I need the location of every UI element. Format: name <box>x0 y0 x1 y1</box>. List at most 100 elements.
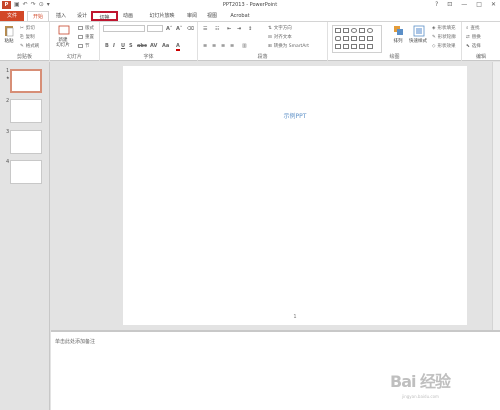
select-button[interactable]: ⬉ 选择 <box>466 43 481 50</box>
format-painter-label: 格式刷 <box>25 44 40 49</box>
thumb-number: 2 <box>6 98 10 104</box>
numbering-icon[interactable]: ☷ <box>215 26 219 32</box>
layout-label: 版式 <box>85 26 94 31</box>
layout-button[interactable]: 版式 <box>78 25 94 31</box>
font-name-combo[interactable] <box>103 25 145 32</box>
tab-acrobat[interactable]: Acrobat <box>226 11 254 21</box>
clear-format-icon[interactable]: ⌫ <box>187 26 194 32</box>
line-spacing-icon[interactable]: ↕ <box>248 26 252 32</box>
tab-home[interactable]: 开始 <box>27 11 49 21</box>
paste-button[interactable]: 粘贴 <box>2 25 16 44</box>
shape-arrow-icon[interactable] <box>351 44 357 49</box>
grow-font-icon[interactable]: A˄ <box>166 26 172 32</box>
maximize-button[interactable]: □ <box>476 1 482 8</box>
align-center-icon[interactable]: ≡ <box>212 43 216 49</box>
tab-animations[interactable]: 动画 <box>118 11 138 21</box>
slide-canvas[interactable]: 示例PPT 1 <box>123 66 467 325</box>
help-button[interactable]: ? <box>435 1 438 8</box>
reset-button[interactable]: 重置 <box>78 34 94 40</box>
minimize-button[interactable]: — <box>461 1 467 8</box>
tab-review[interactable]: 审阅 <box>182 11 202 21</box>
scissors-icon: ✂ <box>20 25 24 31</box>
slides-group-label: 幻灯片 <box>66 54 82 60</box>
group-paragraph: ☰ ☷ ⇤ ⇥ ↕ ≡ ≡ ≡ ≡ ▥ ⇅ 文字方向 ⊟ 对齐文本 ⊞ 转换为 Sma… <box>198 22 328 61</box>
window-controls: ? ⊡ — □ ✕ <box>435 1 496 8</box>
font-color-button[interactable]: A <box>176 43 180 51</box>
strikethrough-button[interactable]: abc <box>137 43 147 49</box>
reset-label: 重置 <box>85 35 94 40</box>
italic-button[interactable]: I <box>113 43 115 49</box>
shape-arrow-icon[interactable] <box>359 36 365 41</box>
quick-styles-button[interactable]: 快速样式 <box>408 25 428 44</box>
text-direction-button[interactable]: ⇅ 文字方向 <box>268 25 292 32</box>
arrange-button[interactable]: 排列 <box>390 25 406 44</box>
slide-title-text[interactable]: 示例PPT <box>123 111 467 120</box>
shape-rounded-rect-icon[interactable] <box>335 36 341 41</box>
find-button[interactable]: ⌕ 查找 <box>466 25 480 31</box>
shape-arrow-icon[interactable] <box>359 44 365 49</box>
slide-thumbnail-1[interactable] <box>10 69 42 93</box>
align-text-button[interactable]: ⊟ 对齐文本 <box>268 34 292 41</box>
cursor-icon: ⬉ <box>466 43 470 49</box>
replace-label: 替换 <box>471 35 481 40</box>
new-slide-button[interactable]: 新建 幻灯片 <box>54 25 72 48</box>
cut-button[interactable]: ✂ 剪切 <box>20 25 35 32</box>
shape-brace-icon[interactable] <box>335 44 341 49</box>
justify-icon[interactable]: ≡ <box>230 43 234 49</box>
tab-insert[interactable]: 插入 <box>52 11 70 21</box>
vertical-scrollbar[interactable] <box>492 62 500 330</box>
new-slide-icon <box>58 25 70 37</box>
slide-thumbnail-4[interactable] <box>10 160 42 184</box>
tab-transitions[interactable]: 切换 <box>91 11 118 21</box>
effects-icon: ◇ <box>432 43 436 49</box>
text-direction-icon: ⇅ <box>268 25 272 31</box>
shadow-button[interactable]: S <box>129 43 133 49</box>
align-left-icon[interactable]: ≡ <box>203 43 207 49</box>
char-spacing-button[interactable]: AV <box>150 43 157 49</box>
shrink-font-icon[interactable]: A˅ <box>176 26 182 32</box>
underline-button[interactable]: U <box>121 43 125 49</box>
shape-effects-button[interactable]: ◇ 形状效果 <box>432 43 455 50</box>
thumb-number: 1 <box>6 68 10 74</box>
shape-rect-icon[interactable] <box>335 28 341 33</box>
ribbon-display-button[interactable]: ⊡ <box>447 1 452 8</box>
tab-view[interactable]: 视图 <box>202 11 222 21</box>
shape-triangle-icon[interactable] <box>343 36 349 41</box>
smartart-label: 转换为 SmartArt <box>273 44 310 49</box>
align-text-icon: ⊟ <box>268 34 272 40</box>
shape-outline-label: 形状轮廓 <box>437 35 456 40</box>
close-button[interactable]: ✕ <box>491 1 496 8</box>
copy-button[interactable]: ⎘ 复制 <box>20 34 35 40</box>
change-case-button[interactable]: Aa <box>162 43 169 49</box>
bold-button[interactable]: B <box>105 43 109 49</box>
tab-file[interactable]: 文件 <box>0 11 24 21</box>
replace-button[interactable]: ⇄ 替换 <box>466 34 481 41</box>
ribbon-tabs: 文件 开始 插入 设计 切换 动画 幻灯片放映 审阅 视图 Acrobat <box>0 11 500 21</box>
shape-star-icon[interactable] <box>367 44 373 49</box>
shape-line-icon[interactable] <box>351 36 357 41</box>
section-button[interactable]: 节 <box>78 43 90 49</box>
shape-oval-icon[interactable] <box>367 28 373 33</box>
window-title: PPT2013 - PowerPoint <box>222 2 278 8</box>
shape-rect-icon[interactable] <box>359 28 365 33</box>
slide-thumbnail-3[interactable] <box>10 130 42 154</box>
smartart-button[interactable]: ⊞ 转换为 SmartArt <box>268 43 310 50</box>
shape-rect-icon[interactable] <box>343 28 349 33</box>
shape-arrow-icon[interactable] <box>343 44 349 49</box>
bullets-icon[interactable]: ☰ <box>203 26 207 32</box>
font-size-combo[interactable] <box>147 25 163 32</box>
columns-icon[interactable]: ▥ <box>242 43 247 49</box>
align-right-icon[interactable]: ≡ <box>221 43 225 49</box>
select-label: 选择 <box>471 44 481 49</box>
shape-fill-button[interactable]: ◈ 形状填充 <box>432 25 455 32</box>
slide-thumbnail-2[interactable] <box>10 99 42 123</box>
format-painter-button[interactable]: ✎ 格式刷 <box>20 43 40 50</box>
shape-outline-button[interactable]: ✎ 形状轮廓 <box>432 34 456 41</box>
shape-oval-icon[interactable] <box>351 28 357 33</box>
tab-design[interactable]: 设计 <box>73 11 91 21</box>
decrease-indent-icon[interactable]: ⇤ <box>227 26 231 32</box>
increase-indent-icon[interactable]: ⇥ <box>237 26 241 32</box>
tab-slideshow[interactable]: 幻灯片放映 <box>142 11 182 21</box>
shapes-gallery[interactable] <box>332 25 382 53</box>
shape-star-icon[interactable] <box>367 36 373 41</box>
